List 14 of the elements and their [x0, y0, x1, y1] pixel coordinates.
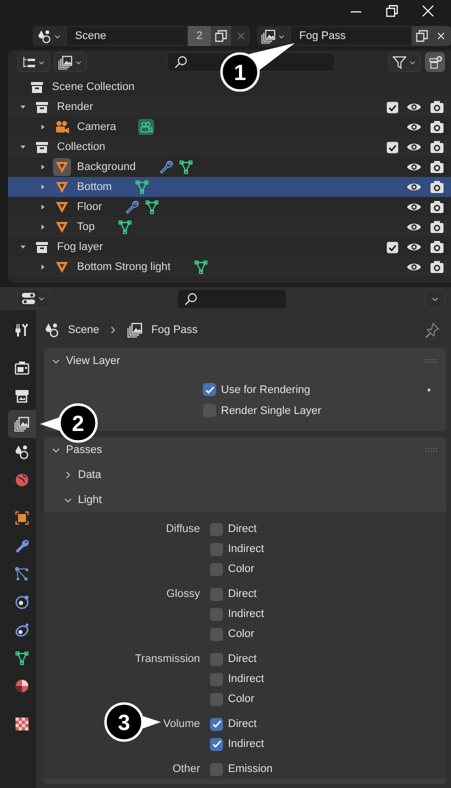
pass-group-label: Other: [172, 762, 200, 777]
callout-tooltip: 2: [39, 402, 99, 444]
panel-title: Passes: [66, 444, 102, 456]
pass-group-label: Diffuse: [166, 522, 200, 537]
subpanel-title: Light: [78, 494, 102, 506]
subpanel-title: Data: [78, 468, 102, 480]
callout-tooltip: 1: [219, 42, 297, 93]
pass-group-label: Transmission: [135, 652, 200, 667]
panel-title: View Layer: [66, 354, 120, 366]
callout-tooltip: 3: [103, 701, 163, 743]
pass-group-label: Glossy: [166, 587, 200, 602]
pass-group-label: Volume: [163, 717, 200, 732]
breadcrumb-item: Scene: [68, 324, 100, 336]
breadcrumb-item: Fog Pass: [151, 324, 198, 336]
